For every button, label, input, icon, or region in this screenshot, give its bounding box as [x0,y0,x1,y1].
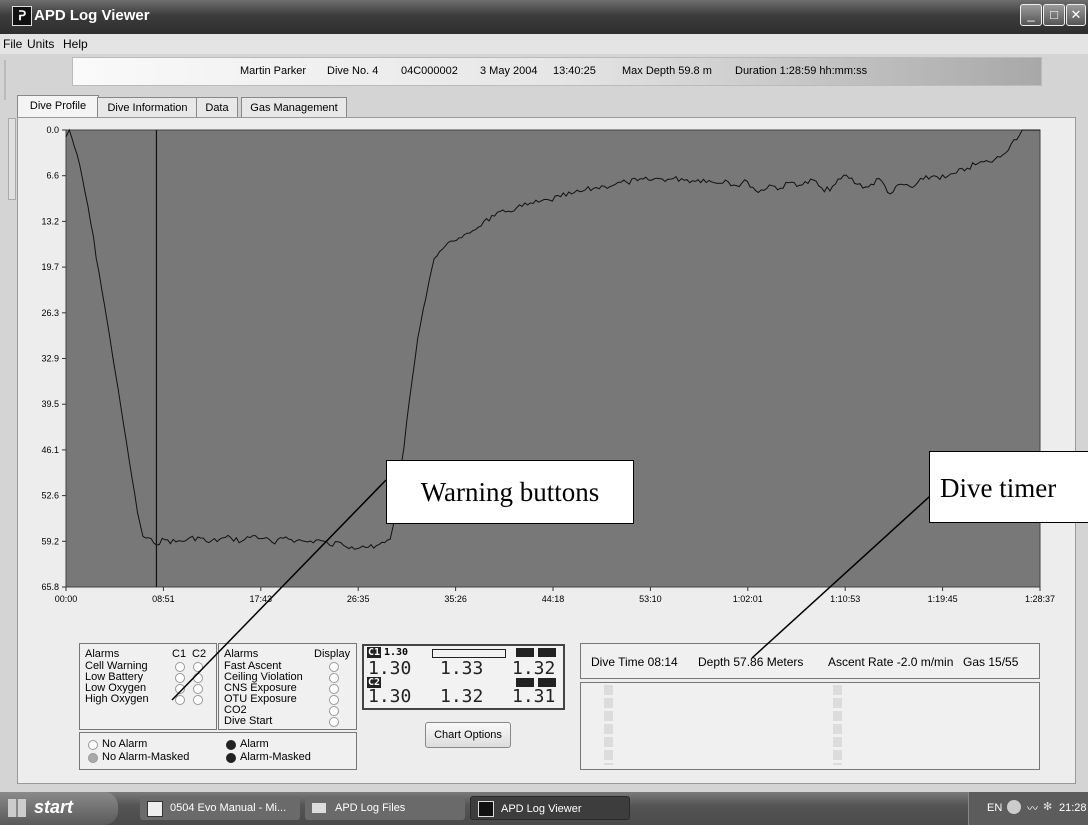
warning-buttons-callout: Warning buttons [386,460,634,524]
callout-leaders [171,479,941,701]
start-button[interactable]: start [0,792,118,825]
dive-timer-callout: Dive timer [929,451,1088,523]
timer-callout-leader [751,486,941,659]
language-indicator[interactable]: EN [987,802,1002,814]
document-icon [147,801,163,817]
system-tray: EN 〰 ✻ 21:28 [968,792,1088,825]
network-icon: 〰 [1027,803,1038,815]
taskbar-item-log-viewer[interactable]: APD Log Viewer [470,796,630,820]
folder-icon [312,803,326,813]
taskbar-item-log-files[interactable]: APD Log Files [305,796,465,820]
warning-callout-leader [171,479,387,701]
windows-logo-icon [8,799,26,817]
clock: 21:28 [1059,802,1087,814]
taskbar: start 0504 Evo Manual - Mi... APD Log Fi… [0,792,1088,825]
taskbar-item-manual[interactable]: 0504 Evo Manual - Mi... [140,796,300,820]
tray-arrow-icon[interactable] [1007,800,1021,814]
start-label: start [34,797,74,817]
volume-icon[interactable]: ✻ [1043,800,1052,813]
apd-app-icon [478,801,494,817]
